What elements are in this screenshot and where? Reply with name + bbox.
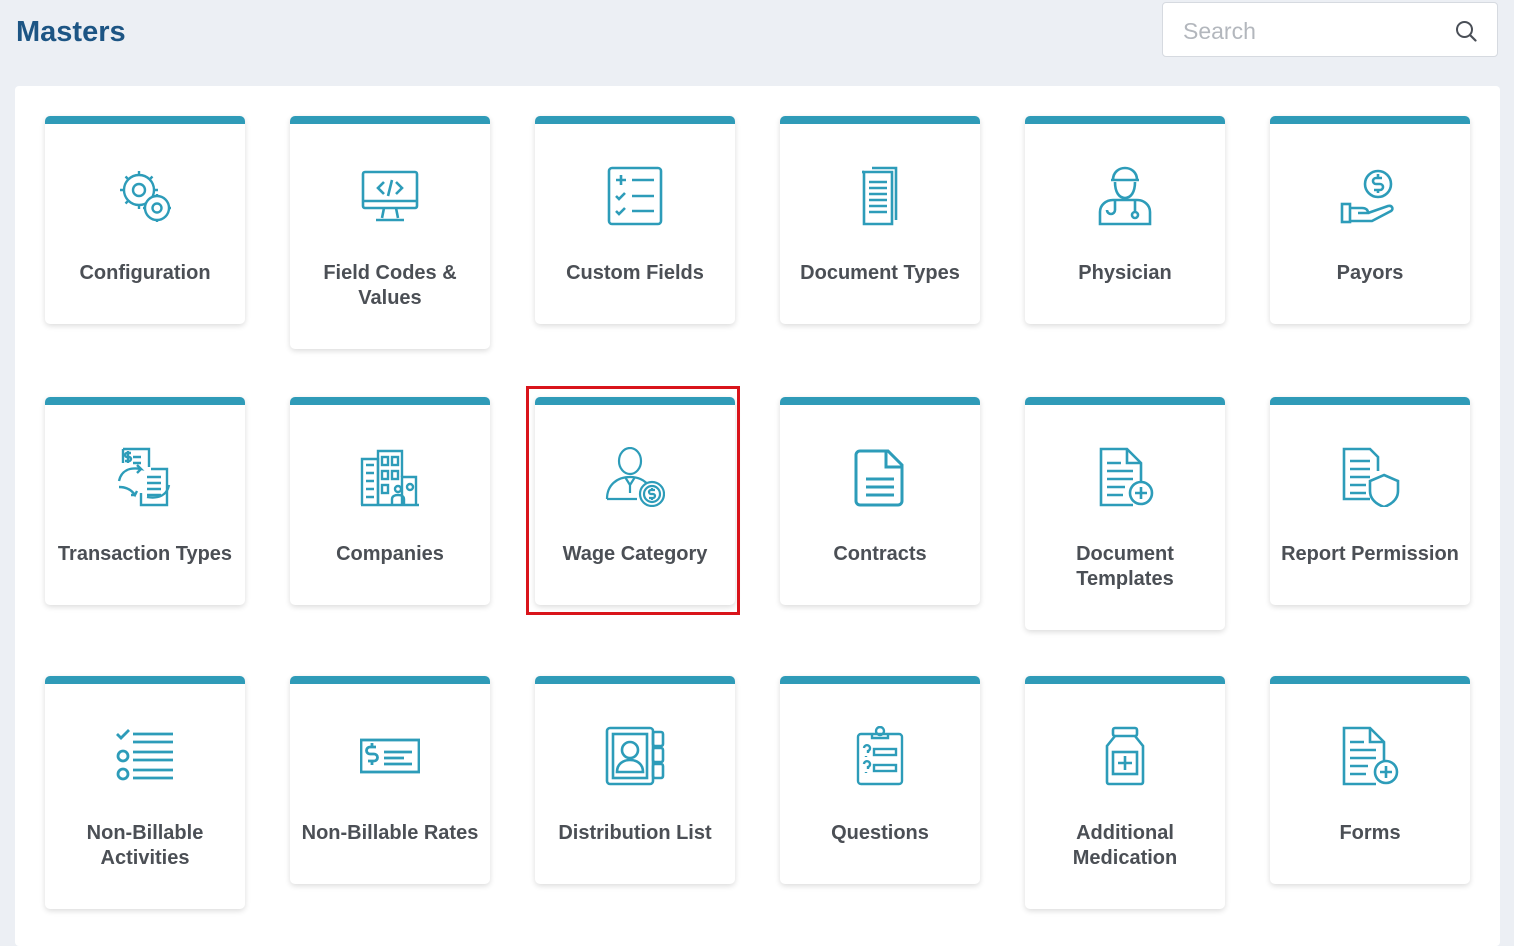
medicine-bottle-icon <box>1105 726 1145 786</box>
tile-label: Physician <box>1078 262 1172 284</box>
tile-non-billable-rates[interactable]: Non-Billable Rates <box>290 676 490 884</box>
tile-label: Non-Billable Rates <box>301 822 479 844</box>
tile-document-types[interactable]: Document Types <box>780 116 980 324</box>
search-input[interactable] <box>1181 15 1435 47</box>
tile-label: Field Codes & Values <box>323 262 457 309</box>
tile-label: Document Templates <box>1076 543 1174 590</box>
tile-label: Custom Fields <box>566 262 704 284</box>
tile-document-templates[interactable]: Document Templates <box>1025 397 1225 630</box>
list-check-icon <box>116 729 173 781</box>
tile-label: Companies <box>336 543 444 565</box>
document-shield-icon <box>1342 447 1400 507</box>
tile-label: Payors <box>1336 262 1404 284</box>
person-coin-icon <box>605 447 665 507</box>
page-title: Masters <box>16 16 126 48</box>
checklist-icon <box>607 166 663 226</box>
gears-icon <box>120 171 171 222</box>
tile-field-codes-values[interactable]: Field Codes & Values <box>290 116 490 349</box>
contact-book-icon <box>605 726 665 786</box>
transaction-icon <box>117 447 171 507</box>
tile-additional-medication[interactable]: Additional Medication <box>1025 676 1225 909</box>
form-plus-icon <box>1342 726 1399 786</box>
monitor-code-icon <box>361 170 419 222</box>
tile-label: Document Types <box>800 262 960 284</box>
document-plus-icon <box>1099 447 1154 507</box>
tile-distribution-list[interactable]: Distribution List <box>535 676 735 884</box>
tile-label: Non-Billable Activities <box>86 822 204 869</box>
clipboard-question-icon <box>856 726 904 786</box>
doctor-icon <box>1098 166 1152 226</box>
tile-report-permission[interactable]: Report Permission <box>1270 397 1470 605</box>
tile-contracts[interactable]: Contracts <box>780 397 980 605</box>
tile-custom-fields[interactable]: Custom Fields <box>535 116 735 324</box>
hand-dollar-icon <box>1340 169 1394 224</box>
tile-label: Transaction Types <box>57 543 233 565</box>
tile-label: Additional Medication <box>1072 822 1178 869</box>
money-rate-icon <box>360 738 420 774</box>
search-box[interactable] <box>1162 2 1498 57</box>
buildings-icon <box>360 449 419 507</box>
tile-physician[interactable]: Physician <box>1025 116 1225 324</box>
search-icon[interactable] <box>1455 20 1477 42</box>
tile-transaction-types[interactable]: Transaction Types <box>45 397 245 605</box>
contract-icon <box>854 449 904 507</box>
tile-label: Report Permission <box>1281 543 1459 565</box>
documents-icon <box>862 166 898 226</box>
tile-configuration[interactable]: Configuration <box>45 116 245 324</box>
tile-wage-category[interactable]: Wage Category <box>535 397 735 605</box>
tile-label: Questions <box>831 822 929 844</box>
tile-forms[interactable]: Forms <box>1270 676 1470 884</box>
tile-label: Configuration <box>79 262 211 284</box>
tile-label: Forms <box>1339 822 1401 844</box>
tile-payors[interactable]: Payors <box>1270 116 1470 324</box>
tile-label: Distribution List <box>558 822 712 844</box>
tile-label: Contracts <box>833 543 927 565</box>
tile-non-billable-activities[interactable]: Non-Billable Activities <box>45 676 245 909</box>
tile-label: Wage Category <box>562 543 708 565</box>
tile-companies[interactable]: Companies <box>290 397 490 605</box>
tile-questions[interactable]: Questions <box>780 676 980 884</box>
